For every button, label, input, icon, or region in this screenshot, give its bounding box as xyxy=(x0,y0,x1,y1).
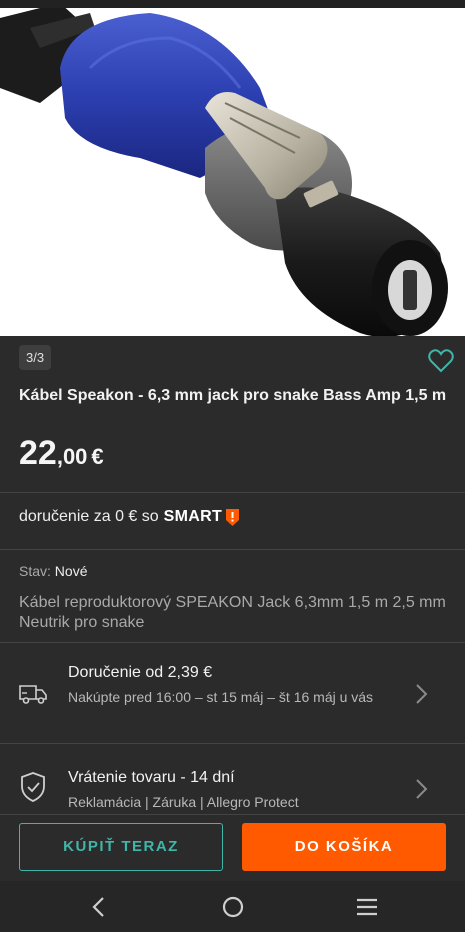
divider xyxy=(0,549,465,550)
speakon-connector-photo xyxy=(0,8,465,336)
condition-label: Stav: xyxy=(19,563,51,579)
condition-value: Nové xyxy=(54,563,88,579)
chevron-right-icon xyxy=(416,779,428,799)
add-to-cart-button[interactable]: DO KOŠÍKA xyxy=(242,823,446,871)
returns-subtitle: Reklamácia | Záruka | Allegro Protect xyxy=(68,794,299,810)
heart-icon[interactable] xyxy=(427,348,455,374)
buy-now-button[interactable]: KÚPIŤ TERAZ xyxy=(19,823,223,871)
price-decimal: ,00 xyxy=(56,444,88,469)
shipping-title: Doručenie od 2,39 € xyxy=(68,664,213,681)
smart-badge-icon xyxy=(226,509,240,526)
shipping-subtitle: Nakúpte pred 16:00 – st 15 máj – št 16 m… xyxy=(68,689,374,705)
status-bar xyxy=(0,0,465,8)
menu-icon[interactable] xyxy=(355,895,379,919)
product-image[interactable] xyxy=(0,8,465,336)
divider xyxy=(0,814,465,815)
smart-logo: SMART xyxy=(163,508,223,525)
free-delivery-text: doručenie za 0 € so xyxy=(19,508,159,525)
shipping-row[interactable]: Doručenie od 2,39 € Nakúpte pred 16:00 –… xyxy=(0,643,465,743)
product-description: Kábel reproduktorový SPEAKON Jack 6,3mm … xyxy=(19,594,446,631)
truck-icon xyxy=(19,685,47,704)
product-title: Kábel Speakon - 6,3 mm jack pro snake Ba… xyxy=(19,387,447,404)
chevron-right-icon xyxy=(416,684,428,704)
condition: Stav: Nové xyxy=(19,563,87,579)
returns-row[interactable]: Vrátenie tovaru - 14 dní Reklamácia | Zá… xyxy=(0,744,465,814)
system-nav-bar xyxy=(0,881,465,932)
product-price: 22,00 € xyxy=(19,434,104,473)
divider xyxy=(0,492,465,493)
price-integer: 22 xyxy=(19,434,57,472)
price-currency: € xyxy=(91,444,104,469)
returns-title: Vrátenie tovaru - 14 dní xyxy=(68,769,235,786)
free-delivery-info[interactable]: doručenie za 0 € so SMART xyxy=(19,507,241,527)
shield-check-icon xyxy=(21,772,45,802)
back-icon[interactable] xyxy=(88,895,110,919)
home-icon[interactable] xyxy=(221,895,245,919)
image-counter: 3/3 xyxy=(19,345,52,370)
